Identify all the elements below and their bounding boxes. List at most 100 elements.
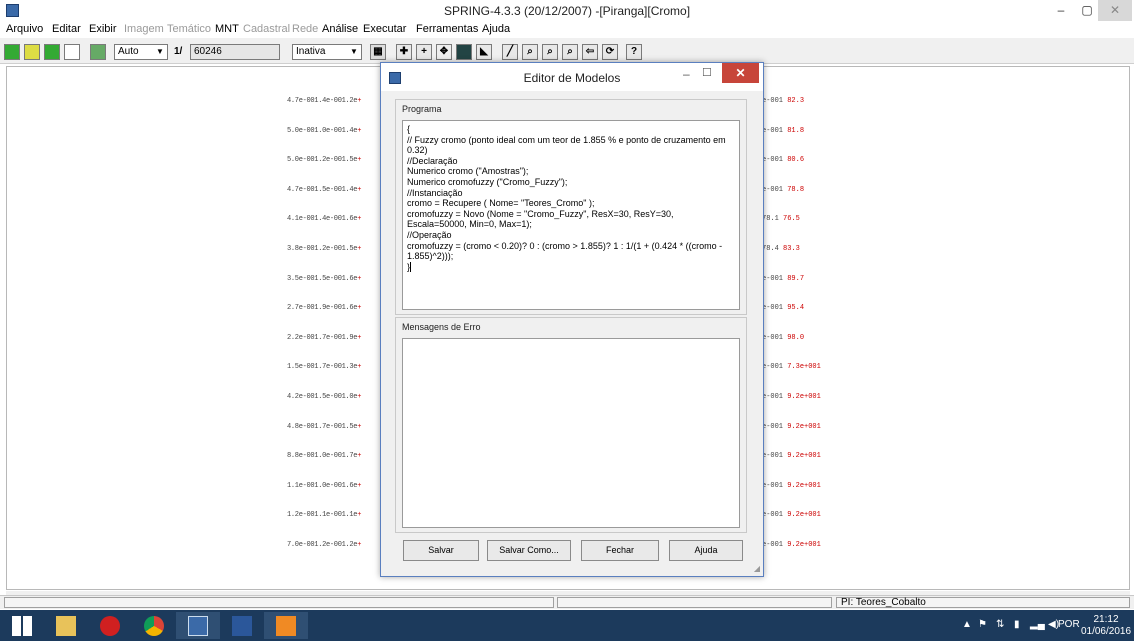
taskbar-pdf[interactable] (264, 612, 308, 639)
pick-icon[interactable]: ◣ (476, 44, 492, 60)
menu-executar[interactable]: Executar (363, 23, 406, 35)
sample-point-value: e-001 (762, 126, 788, 135)
sample-point-marker-icon: + (357, 541, 362, 549)
tray-clock[interactable]: 21:12 01/06/2016 (1080, 614, 1132, 638)
sample-point-label-right: e-001 80.6 (762, 156, 804, 164)
sample-point-label: 1.5e-001.7e-001.3e+ (287, 363, 361, 371)
taskbar-chrome[interactable] (132, 612, 176, 639)
resize-grip-icon[interactable]: ◢ (754, 564, 760, 573)
sample-point-label-right: e-001 89.7 (762, 275, 804, 283)
chevron-down-icon: ▼ (156, 47, 164, 56)
sample-point-value: 76.5 (783, 215, 800, 224)
sample-point-value: 5.0e-001.2e-001.5e (287, 156, 358, 165)
pan-icon[interactable]: ✚ (396, 44, 412, 60)
sample-point-value: 3.8e-001.2e-001.5e (287, 245, 358, 253)
help-icon[interactable]: ? (626, 44, 642, 60)
sample-point-label: 4.8e-001.7e-001.5e+ (287, 423, 361, 431)
title-bar: SPRING-4.3.3 (20/12/2007) -[Piranga][Cro… (0, 0, 1134, 21)
save-as-button[interactable]: Salvar Como... (487, 540, 571, 561)
add-icon[interactable]: + (416, 44, 432, 60)
redraw-icon[interactable]: ⟳ (602, 44, 618, 60)
program-label: Programa (402, 104, 442, 114)
scale-mode-select[interactable]: Auto ▼ (114, 44, 168, 60)
sample-point-value: 78.1 (762, 215, 784, 224)
line-icon[interactable]: ╱ (502, 44, 518, 60)
taskbar-spring[interactable] (176, 612, 220, 639)
tray-language[interactable]: POR (1058, 619, 1080, 630)
sample-point-value: 5.0e-001.0e-001.4e (287, 126, 358, 135)
menu-arquivo[interactable]: Arquivo (6, 23, 43, 35)
sample-point-value: e-001 (762, 274, 788, 283)
sample-point-label-right: 78.1 76.5 (762, 215, 800, 223)
menu-ajuda[interactable]: Ajuda (482, 23, 510, 35)
sample-point-value: 1.2e-001.1e-001.1e (287, 511, 358, 520)
menu-mnt[interactable]: MNT (215, 23, 239, 35)
tray-chevron-up-icon[interactable]: ▲ (962, 619, 972, 630)
menu-tematico[interactable]: Temático (167, 23, 211, 35)
taskbar-opera[interactable] (88, 612, 132, 639)
sample-point-marker-icon: + (357, 422, 362, 431)
menu-ferramentas[interactable]: Ferramentas (416, 23, 478, 35)
previous-view-icon[interactable]: ⇦ (582, 44, 598, 60)
scale-input[interactable]: 60246 (190, 44, 280, 60)
pdf-icon (276, 616, 296, 636)
mode-value: Inativa (296, 46, 326, 57)
tray-network-icon[interactable]: ⇅ (996, 619, 1004, 630)
close-button[interactable]: ✕ (1098, 0, 1132, 21)
sample-point-label-right: e-001 98.0 (762, 334, 804, 342)
grid-icon[interactable]: ▦ (370, 44, 386, 60)
dialog-title-bar: Editor de Modelos – ☐ ✕ (381, 63, 763, 91)
errors-output[interactable] (402, 338, 740, 528)
zoom-out-icon[interactable]: ⌕ (542, 44, 558, 60)
sample-point-value: e-001 (762, 363, 788, 372)
sample-point-label: 7.0e-001.2e-001.2e+ (287, 541, 361, 549)
sample-point-label-right: e-001 82.3 (762, 97, 804, 105)
dialog-minimize-button[interactable]: – (683, 67, 690, 81)
sample-point-label: 3.5e-001.5e-001.6e+ (287, 275, 361, 283)
sample-point-label: 2.7e-001.9e-001.6e+ (287, 304, 361, 312)
menu-rede[interactable]: Rede (292, 23, 318, 35)
dialog-maximize-button[interactable]: ☐ (702, 66, 712, 79)
sample-point-value: 9.2e+001 (787, 452, 821, 461)
sample-point-value: 9.2e+001 (787, 511, 821, 520)
database-icon[interactable] (4, 44, 20, 60)
cursor-info-icon[interactable]: ✥ (436, 44, 452, 60)
sample-point-value: 4.8e-001.7e-001.5e (287, 422, 358, 431)
close-dialog-button[interactable]: Fechar (581, 540, 659, 561)
tray-signal-icon[interactable]: ▂▄ (1030, 619, 1045, 630)
start-button[interactable] (0, 612, 44, 639)
sample-point-value: 9.2e+001 (787, 393, 821, 401)
help-button[interactable]: Ajuda (669, 540, 743, 561)
opera-icon (100, 616, 120, 636)
chevron-down-icon: ▼ (350, 47, 358, 56)
taskbar-word[interactable] (220, 612, 264, 639)
display-icon[interactable] (90, 44, 106, 60)
info-icon[interactable] (456, 44, 472, 60)
sample-point-marker-icon: + (357, 97, 362, 105)
project-icon[interactable] (24, 44, 40, 60)
sample-point-marker-icon: + (357, 156, 362, 165)
menu-analise[interactable]: Análise (322, 23, 358, 35)
menu-exibir[interactable]: Exibir (89, 23, 117, 35)
sample-point-label: 1.2e-001.1e-001.1e+ (287, 511, 361, 519)
menu-imagem[interactable]: Imagem (124, 23, 164, 35)
dialog-close-button[interactable]: ✕ (722, 63, 759, 83)
clock-time: 21:12 (1093, 614, 1119, 625)
tray-battery-icon[interactable]: ▮ (1014, 619, 1020, 630)
menu-cadastral[interactable]: Cadastral (243, 23, 290, 35)
program-editor[interactable]: { // Fuzzy cromo (ponto ideal com um teo… (402, 120, 740, 310)
mode-select[interactable]: Inativa ▼ (292, 44, 362, 60)
taskbar: ▲ ⚑ ⇅ ▮ ▂▄ ◀) POR 21:12 01/06/2016 (0, 610, 1134, 641)
zoom-in-icon[interactable]: ⌕ (522, 44, 538, 60)
chrome-icon (144, 616, 164, 636)
scale-prefix: 1/ (174, 46, 183, 57)
save-button[interactable]: Salvar (403, 540, 479, 561)
menu-editar[interactable]: Editar (52, 23, 81, 35)
layers-icon[interactable] (44, 44, 60, 60)
draw-icon[interactable] (64, 44, 80, 60)
zoom-window-icon[interactable]: ⌕ (562, 44, 578, 60)
tray-flag-icon[interactable]: ⚑ (978, 619, 987, 630)
taskbar-explorer[interactable] (44, 612, 88, 639)
sample-point-value: e-001 (762, 511, 788, 520)
sample-point-value: e-001 (762, 393, 788, 401)
